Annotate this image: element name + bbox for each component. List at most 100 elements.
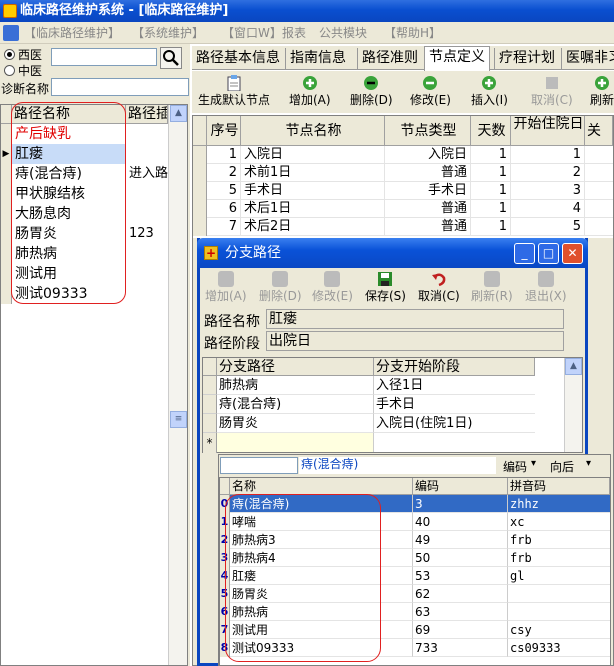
lookup-filter-input[interactable]	[220, 457, 298, 474]
node-rows: 1 入院日 入院日 1 1 2 术前1日 普通 1 2 5 手术日 手术日 1 3 6 术后1日 普通 1 4 7 术后2…	[193, 146, 613, 238]
lookup-search-value[interactable]: 痔(混合痔)	[299, 457, 496, 474]
branch-row[interactable]: 肠胃炎 入院日(住院1日)	[203, 414, 535, 433]
generate-default-nodes-button[interactable]: 生成默认节点	[198, 75, 270, 107]
search-button[interactable]	[160, 47, 182, 69]
left-scrollbar[interactable]: ▲ ≡	[168, 105, 187, 665]
annotation-outline-lookup	[225, 494, 381, 662]
delete-button[interactable]: 删除(D)	[350, 75, 393, 107]
modify-button[interactable]: 修改(E)	[410, 75, 451, 107]
col-start-day[interactable]: 开始住院日	[511, 116, 585, 146]
node-row-header	[193, 164, 207, 182]
menu-report[interactable]: 报表	[282, 22, 306, 44]
lookup-pinyin-cell: frb	[508, 549, 610, 567]
dlg-add-label: 增加(A)	[205, 289, 247, 303]
col-path-step[interactable]: 路径插	[126, 105, 168, 124]
path-name-field[interactable]: 肛瘘	[266, 309, 564, 329]
insert-button[interactable]: 插入(I)	[471, 75, 508, 107]
radio-west[interactable]	[4, 49, 15, 60]
refresh-button[interactable]: 刷新	[590, 75, 614, 107]
col-branch-stage[interactable]: 分支开始阶段	[374, 358, 535, 376]
tab-basic-info[interactable]: 路径基本信息	[192, 48, 284, 70]
branch-grid-corner	[203, 358, 217, 376]
maximize-button[interactable]: □	[538, 243, 559, 264]
dlg-refresh-button[interactable]: 刷新(R)	[471, 271, 513, 303]
lookup-pinyin-cell: csy	[508, 621, 610, 639]
node-row[interactable]: 7 术后2日 普通 1 5	[193, 218, 613, 236]
window-title-bar[interactable]: 临床路径维护系统 - [临床路径维护]	[0, 0, 614, 22]
menu-help[interactable]: 【帮助H】	[384, 22, 441, 44]
lookup-code-cell: 53	[413, 567, 508, 585]
path-step-cell	[126, 184, 168, 204]
dlg-modify-button[interactable]: 修改(E)	[312, 271, 353, 303]
minimize-button[interactable]: _	[514, 243, 535, 264]
dialog-title-bar[interactable]: + 分支路径 _ □ ✕	[197, 238, 588, 268]
lookup-pinyin-cell	[508, 603, 610, 621]
tab-path-rules[interactable]: 路径准则	[357, 48, 422, 70]
branch-scrollbar[interactable]: ▲	[564, 358, 582, 452]
branch-row[interactable]: 肺热病 入径1日	[203, 376, 535, 395]
node-name-cell: 术后1日	[241, 200, 385, 218]
dialog-app-icon: +	[204, 246, 218, 260]
node-start-cell: 4	[511, 200, 585, 218]
col-lookup-pinyin[interactable]: 拼音码	[508, 478, 610, 495]
edit-icon	[423, 76, 438, 90]
branch-rows: 肺热病 入径1日 痔(混合痔) 手术日 肠胃炎 入院日(住院1日)	[203, 376, 535, 433]
diag-name-input[interactable]	[51, 78, 189, 96]
node-name-cell: 入院日	[241, 146, 385, 164]
lookup-code-cell: 69	[413, 621, 508, 639]
path-step-cell: 123	[129, 226, 154, 241]
sort-field-select[interactable]: 编码	[503, 458, 527, 475]
node-row[interactable]: 1 入院日 入院日 1 1	[193, 146, 613, 164]
lookup-code-cell: 3	[413, 495, 508, 513]
dlg-exit-button[interactable]: 退出(X)	[525, 271, 567, 303]
dlg-cancel-button[interactable]: 取消(C)	[418, 271, 460, 303]
lookup-pinyin-cell	[508, 585, 610, 603]
node-days-cell: 1	[471, 182, 511, 200]
col-days[interactable]: 天数	[471, 116, 511, 146]
col-node-name[interactable]: 节点名称	[241, 116, 385, 146]
radio-chinese-label: 中医	[18, 64, 43, 78]
menu-common[interactable]: 公共模块	[319, 22, 367, 44]
col-lookup-name[interactable]: 名称	[230, 478, 413, 495]
branch-row[interactable]: 痔(混合痔) 手术日	[203, 395, 535, 414]
node-row[interactable]: 6 术后1日 普通 1 4	[193, 200, 613, 218]
path-stage-field[interactable]: 出院日	[266, 331, 564, 351]
path-step-cell	[126, 204, 168, 224]
filter-input[interactable]	[51, 48, 157, 66]
dlg-add-button[interactable]: 增加(A)	[205, 271, 247, 303]
tab-orders[interactable]: 医嘱非习	[561, 48, 614, 70]
menu-path-maintenance[interactable]: 【临床路径维护】	[24, 22, 120, 44]
col-related[interactable]: 关	[585, 116, 613, 146]
new-row-path-cell[interactable]	[217, 433, 374, 452]
dlg-save-button[interactable]: 保存(S)	[365, 271, 406, 303]
cancel-button[interactable]: 取消(C)	[531, 75, 573, 107]
node-start-cell: 1	[511, 146, 585, 164]
node-seq-cell: 5	[207, 182, 241, 200]
col-branch-path[interactable]: 分支路径	[217, 358, 374, 376]
tab-course-plan[interactable]: 疗程计划	[494, 48, 559, 70]
col-lookup-code[interactable]: 编码	[413, 478, 508, 495]
close-button[interactable]: ✕	[562, 243, 583, 264]
branch-stage-cell: 入院日(住院1日)	[374, 414, 535, 433]
col-node-type[interactable]: 节点类型	[385, 116, 471, 146]
lookup-code-cell: 49	[413, 531, 508, 549]
tab-node-definition[interactable]: 节点定义	[424, 46, 490, 71]
node-row[interactable]: 5 手术日 手术日 1 3	[193, 182, 613, 200]
lookup-pinyin-cell: xc	[508, 513, 610, 531]
add-button[interactable]: 增加(A)	[289, 75, 331, 107]
dlg-delete-button[interactable]: 删除(D)	[259, 271, 302, 303]
lookup-pinyin-cell: gl	[508, 567, 610, 585]
col-seq[interactable]: 序号	[207, 116, 241, 146]
radio-chinese[interactable]	[4, 65, 15, 76]
node-days-cell: 1	[471, 218, 511, 236]
lookup-pinyin-cell: frb	[508, 531, 610, 549]
node-row[interactable]: 2 术前1日 普通 1 2	[193, 164, 613, 182]
sort-dir-select[interactable]: 向后	[550, 458, 574, 475]
menu-system[interactable]: 【系统维护】	[132, 22, 204, 44]
menu-window[interactable]: 【窗口W】	[222, 22, 282, 44]
tab-guide-info[interactable]: 指南信息	[285, 48, 350, 70]
clipboard-icon	[227, 75, 241, 91]
path-step-cell	[126, 284, 168, 304]
lookup-code-cell: 50	[413, 549, 508, 567]
lookup-code-cell: 62	[413, 585, 508, 603]
